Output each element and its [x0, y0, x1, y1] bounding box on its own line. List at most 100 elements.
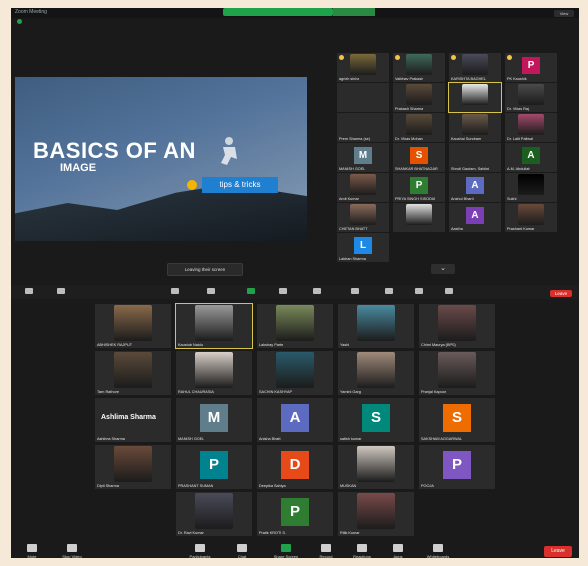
participant-tile[interactable]: A Aastha — [449, 203, 501, 232]
participant-tile[interactable]: Sukhi — [505, 173, 557, 202]
video-feed — [518, 174, 544, 195]
control-reactions[interactable]: Reactions — [349, 544, 375, 558]
participant-tile[interactable]: S SAKSHAM AGGARWAL — [419, 398, 495, 442]
participant-tile[interactable]: Dr. Lalit Paliwal — [505, 113, 557, 142]
control-stop-video[interactable]: Stop Video — [59, 544, 85, 558]
participant-name: MANISH GOEL — [339, 167, 366, 171]
view-button[interactable]: View — [554, 10, 574, 17]
participant-tile[interactable]: D Deepika Sahiya — [257, 445, 333, 489]
person-silhouette-icon — [221, 137, 237, 165]
leave-button-top[interactable]: Leave — [550, 290, 572, 297]
video-feed — [350, 174, 376, 195]
participant-tile[interactable]: CHETAN BHATT — [337, 203, 389, 232]
participant-tile[interactable]: agrizh sinha — [337, 53, 389, 82]
participant-tile[interactable]: Dr. Vikas Mohan — [393, 113, 445, 142]
participant-tile[interactable]: P PRIYA SINGH SISODIA — [393, 173, 445, 202]
participant-name: Vaibhav Prakash — [395, 77, 424, 81]
control-chat[interactable]: Chat — [229, 544, 255, 558]
participant-tile[interactable]: P POOJA — [419, 445, 495, 489]
participant-tile[interactable]: Lakshay Parte — [257, 304, 333, 348]
participant-tile[interactable]: M MANISH GOEL — [176, 398, 252, 442]
participant-name: Sukhi — [507, 197, 517, 201]
control-mute[interactable]: Mute — [19, 544, 45, 558]
participant-tile[interactable]: KARISHTA BAGHEL — [449, 53, 501, 82]
participant-tile[interactable]: Vaibhav Prakash — [393, 53, 445, 82]
participant-tile[interactable]: Yashi — [338, 304, 414, 348]
participant-tile[interactable]: Amit Kumar — [337, 173, 389, 202]
toolbar-icon[interactable] — [25, 288, 33, 294]
control-whiteboards[interactable]: Whiteboards — [425, 544, 451, 558]
raised-hand-icon — [451, 55, 456, 60]
participant-tile[interactable]: A Anisha Bhatt — [257, 398, 333, 442]
chevron-down-icon[interactable]: ⌄ — [431, 264, 455, 274]
security-shield-icon[interactable] — [17, 19, 22, 24]
participant-tile[interactable]: ABHISHEK RAJPUT — [95, 304, 171, 348]
screen-share-indicator[interactable] — [223, 8, 333, 16]
avatar: P — [443, 451, 471, 479]
leave-button[interactable]: Leave — [544, 546, 572, 557]
control-record[interactable]: Record — [313, 544, 339, 558]
participant-tile[interactable]: Shruti Gautam, Sahibd — [449, 143, 501, 172]
participant-name: Kaustub Naidu — [178, 343, 203, 347]
toolbar-icon[interactable] — [385, 288, 393, 294]
participant-name: SHANKAR BHATNAGAR — [395, 167, 438, 171]
control-share-screen[interactable]: Share Screen — [273, 544, 299, 558]
chat-icon — [237, 544, 247, 552]
participant-tile[interactable]: Dipti Sharma — [95, 445, 171, 489]
participant-tile[interactable]: Ritik Kumar — [338, 492, 414, 536]
participant-tile[interactable]: Prashant Kumar — [505, 203, 557, 232]
control-participants[interactable]: Participants — [187, 544, 213, 558]
toolbar-icon[interactable] — [415, 288, 423, 294]
participant-tile[interactable] — [337, 83, 389, 112]
toolbar-icon[interactable] — [247, 288, 255, 294]
participant-tile[interactable]: M MANISH GOEL — [337, 143, 389, 172]
participant-tile[interactable]: Kaustub Naidu — [175, 303, 253, 349]
participant-tile[interactable]: Ssatish kumar — [338, 398, 414, 442]
video-feed — [406, 54, 432, 75]
participant-tile[interactable]: SACHIN KASHYAP — [257, 351, 333, 395]
video-feed — [357, 493, 395, 529]
participant-tile[interactable]: P PRASHANT SUMAN — [176, 445, 252, 489]
participant-tile[interactable]: MUSKAN — [338, 445, 414, 489]
toolbar-icon[interactable] — [57, 288, 65, 294]
participant-tile[interactable]: L Lakhan Sharma — [337, 233, 389, 262]
participant-tile[interactable]: Chirni Maurya (BPS) — [419, 304, 495, 348]
participant-tile[interactable] — [393, 203, 445, 232]
participant-tile[interactable]: A Anshul Bharti — [449, 173, 501, 202]
participant-tile[interactable]: RAHUL CHAURASIA — [176, 351, 252, 395]
toolbar-icon[interactable] — [207, 288, 215, 294]
inner-toolbar — [11, 285, 579, 299]
participant-tile[interactable]: Ashlima Sharma Ashlima Sharma — [95, 398, 171, 442]
window-title: Zoom Meeting — [15, 9, 47, 15]
participant-tile[interactable]: Dr. Ravi Kumar — [176, 492, 252, 536]
participant-name: Tarn Rathore — [97, 390, 119, 394]
raised-hand-icon — [339, 55, 344, 60]
participant-tile[interactable]: Dr. Vikas Raj — [505, 83, 557, 112]
toolbar-icon[interactable] — [279, 288, 287, 294]
participant-tile[interactable]: Pranjal Kapoor — [419, 351, 495, 395]
participant-tile[interactable]: Prem Sharma (se) — [337, 113, 389, 142]
video-feed — [518, 84, 544, 105]
control-apps[interactable]: Apps — [385, 544, 411, 558]
participant-tile[interactable]: A A.M. Abdullah — [505, 143, 557, 172]
toolbar-icon[interactable] — [313, 288, 321, 294]
participant-tile[interactable]: Kaushal Sundram — [449, 113, 501, 142]
participant-tile[interactable]: Prakash Sharma — [393, 83, 445, 112]
toolbar-icon[interactable] — [351, 288, 359, 294]
participant-tile[interactable]: P PK Kaushik — [505, 53, 557, 82]
participant-tile[interactable]: Tarn Rathore — [95, 351, 171, 395]
toolbar-icon[interactable] — [445, 288, 453, 294]
participant-tile[interactable]: S SHANKAR BHATNAGAR — [393, 143, 445, 172]
participant-name: Lakhan Sharma — [339, 257, 366, 261]
participant-tile[interactable]: Yamini Garg — [338, 351, 414, 395]
whiteboards-icon — [433, 544, 443, 552]
slide-subtitle: IMAGE — [60, 162, 97, 174]
participant-name: Lakshay Parte — [259, 343, 284, 347]
video-feed — [350, 54, 376, 75]
stop-share-button[interactable] — [333, 8, 375, 16]
participant-tile[interactable] — [448, 82, 502, 113]
stop-video-icon — [67, 544, 77, 552]
participant-tile[interactable]: P Pratik KROTI S. — [257, 492, 333, 536]
video-feed — [350, 204, 376, 225]
toolbar-icon[interactable] — [171, 288, 179, 294]
